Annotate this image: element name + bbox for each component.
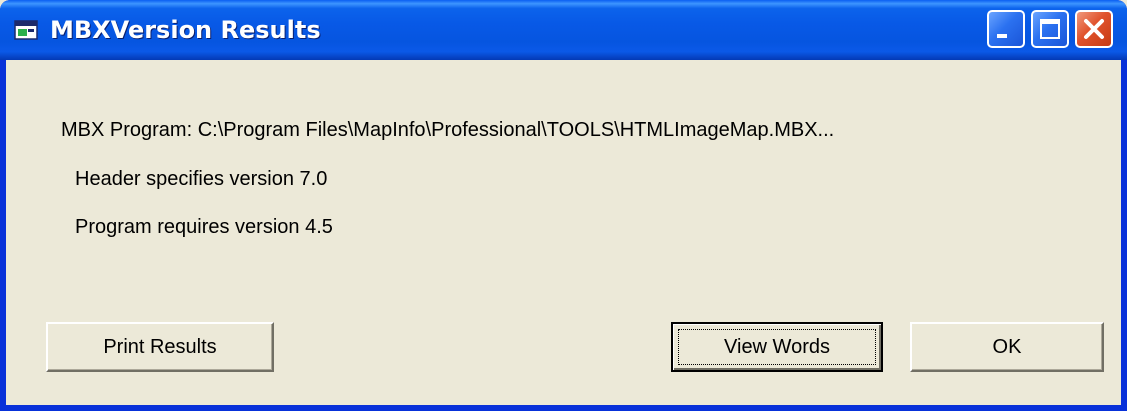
print-results-label: Print Results xyxy=(103,336,217,358)
minimize-icon xyxy=(997,34,1007,38)
print-results-button[interactable]: Print Results xyxy=(46,322,274,372)
close-button[interactable] xyxy=(1075,10,1113,48)
header-version-text: Header specifies version 7.0 xyxy=(75,168,328,190)
app-window-icon xyxy=(14,20,38,40)
maximize-icon xyxy=(1040,19,1060,39)
window-title: MBXVersion Results xyxy=(50,16,321,44)
ok-label: OK xyxy=(992,336,1022,358)
dialog-window: MBXVersion Results MBX Program: C:\Progr… xyxy=(0,0,1127,411)
maximize-button[interactable] xyxy=(1031,10,1069,48)
ok-button[interactable]: OK xyxy=(910,322,1104,372)
view-words-button[interactable]: View Words xyxy=(671,322,883,372)
required-version-text: Program requires version 4.5 xyxy=(75,216,333,238)
close-icon xyxy=(1084,19,1104,39)
view-words-label: View Words xyxy=(724,336,830,358)
minimize-button[interactable] xyxy=(987,10,1025,48)
mbx-program-path-text: MBX Program: C:\Program Files\MapInfo\Pr… xyxy=(61,119,835,141)
dialog-body: MBX Program: C:\Program Files\MapInfo\Pr… xyxy=(6,60,1121,405)
focus-rectangle: View Words xyxy=(678,329,876,365)
title-bar[interactable]: MBXVersion Results xyxy=(0,0,1127,60)
